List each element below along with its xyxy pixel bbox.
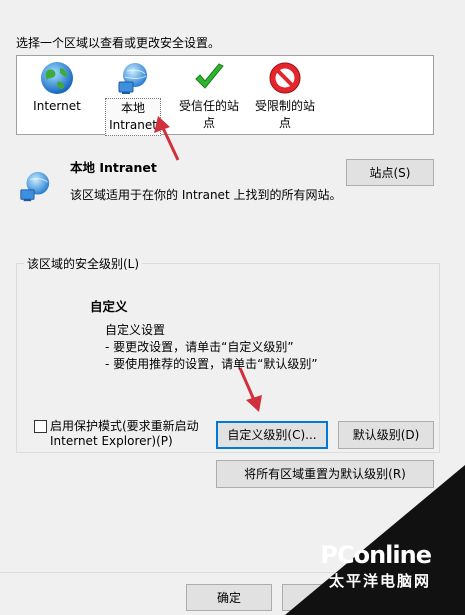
zone-label: 受信任的站 点	[178, 99, 239, 130]
checkmark-icon	[195, 63, 224, 89]
protected-mode-label[interactable]: 启用保护模式(要求重新启动	[50, 417, 199, 434]
protected-mode-checkbox[interactable]	[34, 420, 47, 433]
watermark-corner	[285, 465, 465, 615]
security-level-legend: 该区域的安全级别(L)	[24, 255, 143, 272]
restricted-icon	[269, 62, 301, 94]
zone-internet[interactable]: Internet	[17, 60, 97, 115]
security-level-line: - 要使用推荐的设置，请单击“默认级别”	[105, 357, 318, 371]
selected-zone-description: 该区域适用于在你的 Intranet 上找到的所有网站。	[70, 188, 342, 202]
zone-label: Internet	[33, 99, 81, 113]
watermark-brand: PConline	[320, 541, 432, 569]
default-level-button[interactable]: 默认级别(D)	[338, 421, 434, 449]
security-level-line: - 要更改设置，请单击“自定义级别”	[105, 340, 294, 354]
zone-label-wrap: 本地 Intranet	[93, 96, 173, 136]
zone-local-intranet[interactable]: 本地 Intranet	[93, 60, 173, 136]
security-level-title: 自定义	[90, 299, 128, 314]
selected-zone-name: 本地 Intranet	[70, 160, 157, 175]
zone-label: 受限制的站 点	[254, 99, 315, 130]
intranet-globe-icon	[20, 171, 50, 202]
globe-icon	[41, 62, 73, 94]
zone-trusted-sites[interactable]: 受信任的站 点	[169, 60, 249, 132]
zone-prompt: 选择一个区域以查看或更改安全设置。	[16, 36, 221, 50]
zone-list[interactable]: Internet 本地 Intranet 受信任的站 点 受限制的站 点	[16, 55, 434, 136]
zone-label: 本地 Intranet	[105, 98, 161, 136]
sites-button[interactable]: 站点(S)	[346, 159, 434, 186]
ok-button[interactable]: 确定	[186, 584, 272, 611]
protected-mode-label[interactable]: Internet Explorer)(P)	[50, 434, 173, 448]
zone-restricted-sites[interactable]: 受限制的站 点	[245, 60, 325, 132]
custom-level-button[interactable]: 自定义级别(C)...	[216, 421, 328, 449]
intranet-globe-icon	[118, 63, 147, 94]
watermark-subtitle: 太平洋电脑网	[328, 572, 431, 590]
security-level-line: 自定义设置	[105, 323, 166, 337]
